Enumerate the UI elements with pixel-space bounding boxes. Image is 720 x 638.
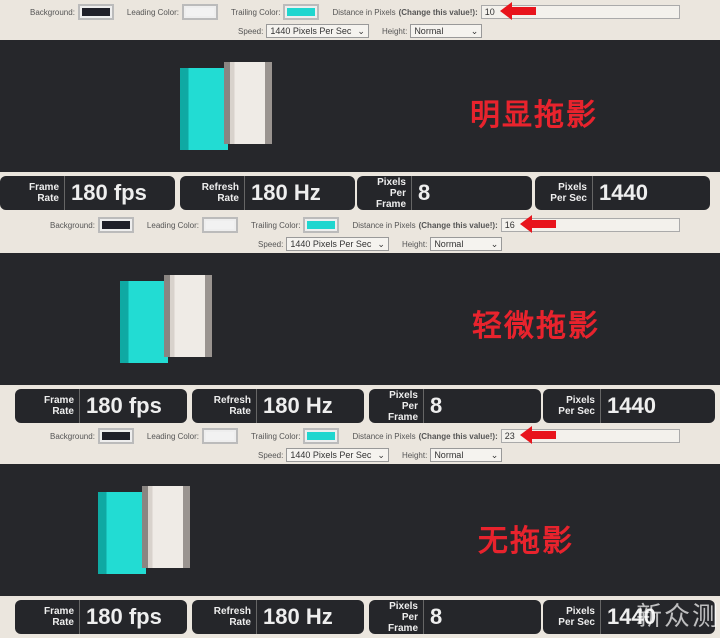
trailing-color-picker[interactable] [303,428,340,444]
chevron-down-icon: ⌄ [377,449,385,460]
stats-bar: Frame Rate 180 fps Refresh Rate 180 Hz Pixel… [0,387,720,427]
trailing-color-picker[interactable] [283,4,320,20]
ufo-test-area: 明显拖影 [0,40,720,172]
chevron-down-icon: ⌄ [357,25,365,36]
trailing-block [98,492,146,574]
leading-block [164,275,212,357]
stats-bar: Frame Rate 180 fps Refresh Rate 180 Hz Pixel… [0,174,720,214]
red-arrow-icon [499,2,536,20]
result-label: 轻微拖影 [472,310,600,343]
trailing-color-picker[interactable] [303,217,340,233]
speed-select[interactable]: 1440 Pixels Per Sec ⌄ [286,448,389,462]
background-color-picker[interactable] [97,428,134,444]
leading-color-picker[interactable] [201,428,238,444]
stat-frame-rate: Frame Rate 180 fps [15,389,187,423]
chevron-down-icon: ⌄ [490,238,499,249]
stat-refresh-rate: Refresh Rate 180 Hz [192,600,364,634]
distance-input[interactable]: 10 [480,2,680,20]
stats-bar: Frame Rate 180 fps Refresh Rate 180 Hz Pixel… [0,598,720,638]
leading-color-picker[interactable] [201,217,238,233]
trailing-block [180,68,228,150]
stat-pixels-per-frame: Pixels Per Frame 8 [369,600,541,634]
distance-input[interactable]: 16 [500,215,680,233]
background-color-picker[interactable] [77,4,114,20]
stat-refresh-rate: Refresh Rate 180 Hz [180,176,355,210]
red-arrow-icon [519,426,556,444]
background-color-picker[interactable] [97,217,134,233]
stat-pixels-per-sec: Pixels Per Sec 1440 [543,389,715,423]
result-label: 明显拖影 [470,99,598,132]
height-select[interactable]: Normal ⌄ [410,24,483,38]
leading-block [224,62,272,144]
leading-block [142,486,190,568]
stat-pixels-per-frame: Pixels Per Frame 8 [369,389,541,423]
ufo-test-area: 无拖影 [0,464,720,596]
chevron-down-icon: ⌄ [377,238,385,249]
ufo-test-area: 轻微拖影 [0,253,720,385]
trailing-block [120,281,168,363]
leading-color-picker[interactable] [181,4,218,20]
speed-select[interactable]: 1440 Pixels Per Sec ⌄ [266,24,369,38]
stat-pixels-per-sec: Pixels Per Sec 1440 [535,176,710,210]
distance-input[interactable]: 23 [500,426,680,444]
watermark: 新众测 [636,601,720,631]
height-select[interactable]: Normal ⌄ [430,237,503,251]
stat-frame-rate: Frame Rate 180 fps [15,600,187,634]
result-label: 无拖影 [478,525,574,558]
red-arrow-icon [519,215,556,233]
speed-select[interactable]: 1440 Pixels Per Sec ⌄ [286,237,389,251]
chevron-down-icon: ⌄ [470,25,479,36]
height-select[interactable]: Normal ⌄ [430,448,503,462]
stat-pixels-per-frame: Pixels Per Frame 8 [357,176,532,210]
stat-refresh-rate: Refresh Rate 180 Hz [192,389,364,423]
controls: Background: Leading Color: Trailing Colo… [0,0,720,40]
controls: Background: Leading Color: Trailing Colo… [0,424,720,464]
controls: Background: Leading Color: Trailing Colo… [0,213,720,253]
chevron-down-icon: ⌄ [490,449,499,460]
stat-frame-rate: Frame Rate 180 fps [0,176,175,210]
